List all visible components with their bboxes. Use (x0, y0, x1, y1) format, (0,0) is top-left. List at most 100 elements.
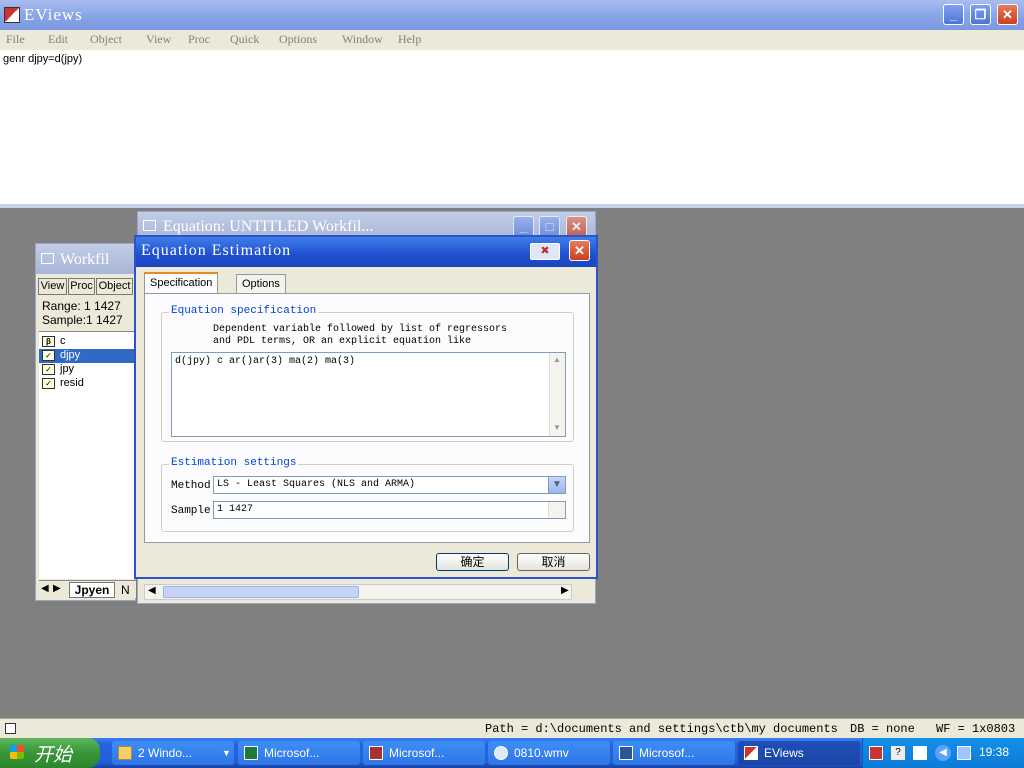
dialog-title: Equation Estimation (141, 242, 292, 259)
menu-quick[interactable]: Quick (230, 32, 259, 47)
workfile-view-button[interactable]: View (38, 278, 67, 295)
taskbar: 开始 2 Windo... ▼ Microsof... Microsof... … (0, 738, 1024, 768)
sample-value: 1 1427 (217, 504, 254, 515)
sample-spinner[interactable] (548, 502, 565, 518)
scroll-up-icon[interactable]: ▲ (553, 355, 561, 364)
tab-options[interactable]: Options (236, 274, 286, 294)
workfile-tab-bar: ◀ ▶ Jpyen N (39, 580, 136, 598)
equation-spec-label: Equation specification (169, 305, 319, 317)
dialog-title-bar[interactable]: Equation Estimation ✖ ✕ (136, 237, 596, 267)
menu-view[interactable]: View (146, 32, 171, 47)
sample-input[interactable]: 1 1427 (213, 501, 566, 519)
specification-input[interactable]: d(jpy) c ar()ar(3) ma(2) ma(3) ▲ ▼ (171, 352, 566, 437)
maximize-button[interactable]: □ (539, 216, 560, 237)
eviews-app-icon[interactable] (4, 7, 20, 23)
command-text: genr djpy=d(jpy) (3, 53, 83, 65)
clock: 19:38 (979, 745, 1010, 759)
range-value: 1 1427 (84, 299, 121, 313)
taskbar-item-word[interactable]: Microsof... (613, 741, 735, 765)
list-item[interactable]: ✓ djpy (39, 349, 137, 363)
range-info: Range: 1 1427 (42, 299, 121, 313)
command-window[interactable]: genr djpy=d(jpy) (0, 50, 1024, 204)
method-select[interactable]: LS - Least Squares (NLS and ARMA) ▼ (213, 476, 566, 494)
command-splitter[interactable] (0, 204, 1024, 208)
workfile-proc-button[interactable]: Proc (68, 278, 95, 295)
dialog-close-button[interactable]: ✕ (569, 240, 590, 261)
start-button[interactable]: 开始 (0, 738, 100, 768)
tab-next[interactable]: N (121, 583, 130, 597)
window-icon (41, 253, 54, 264)
chevron-down-icon: ▼ (222, 748, 231, 758)
tray-app-icon[interactable] (869, 746, 883, 760)
menu-options[interactable]: Options (279, 32, 317, 47)
series-icon: ✓ (42, 350, 55, 361)
workfile-object-button[interactable]: Object (96, 278, 133, 295)
menu-proc[interactable]: Proc (188, 32, 210, 47)
menu-bar: File Edit Object View Proc Quick Options… (0, 30, 1024, 50)
estimation-settings-label: Estimation settings (169, 457, 299, 469)
tab-jpyen[interactable]: Jpyen (69, 582, 115, 598)
tray-arrow-icon[interactable]: ◀ (935, 745, 951, 761)
spec-description-1: Dependent variable followed by list of r… (213, 324, 508, 335)
start-label: 开始 (34, 745, 73, 766)
help-icon[interactable]: ✖ (530, 243, 560, 260)
restore-button[interactable]: ❐ (970, 4, 991, 25)
minimize-button[interactable]: _ (513, 216, 534, 237)
app-title: EViews (24, 5, 83, 24)
menu-help[interactable]: Help (398, 32, 421, 47)
tab-specification[interactable]: Specification (144, 272, 219, 294)
taskbar-item-windows[interactable]: 2 Windo... ▼ (112, 741, 234, 765)
menu-file[interactable]: File (6, 32, 25, 47)
tray-document-icon[interactable] (913, 746, 927, 760)
beta-icon: β (42, 336, 55, 347)
list-item[interactable]: ✓ resid (39, 377, 137, 391)
media-icon (494, 746, 508, 760)
status-db: DB = none (850, 722, 915, 736)
spec-scrollbar[interactable]: ▲ ▼ (549, 353, 565, 436)
ok-button[interactable]: 确定 (436, 553, 509, 571)
status-wf: WF = 1x0803 (936, 722, 1016, 736)
taskbar-item-access[interactable]: Microsof... (363, 741, 485, 765)
list-item[interactable]: β c (39, 335, 137, 349)
folder-icon (118, 746, 132, 760)
object-list[interactable]: β c ✓ djpy ✓ jpy ✓ resid (39, 331, 137, 579)
menu-edit[interactable]: Edit (48, 32, 68, 47)
scroll-thumb[interactable] (163, 586, 359, 598)
scroll-right-icon[interactable]: ▶ (561, 585, 569, 596)
sample-label: Sample: (42, 313, 87, 327)
taskbar-item-excel[interactable]: Microsof... (238, 741, 360, 765)
sample-value: 1 1427 (86, 313, 123, 327)
spec-description-2: and PDL terms, OR an explicit equation l… (213, 336, 472, 347)
horizontal-scrollbar[interactable]: ◀ ▶ (144, 584, 572, 600)
cancel-button[interactable]: 取消 (517, 553, 590, 571)
tab-scroll-left-icon[interactable]: ◀ (41, 583, 49, 594)
status-path: Path = d:\documents and settings\ctb\my … (485, 722, 838, 736)
help-icon[interactable]: ? (891, 746, 905, 760)
workfile-title-bar[interactable]: Workfil (36, 244, 136, 274)
equation-title: Equation: UNTITLED Workfil... (163, 218, 374, 235)
method-label: Method: (171, 480, 218, 492)
close-button[interactable]: ✕ (997, 4, 1018, 25)
series-icon: ✓ (42, 364, 55, 375)
word-icon (619, 746, 633, 760)
list-item[interactable]: ✓ jpy (39, 363, 137, 377)
scroll-down-icon[interactable]: ▼ (553, 423, 561, 432)
equation-estimation-dialog[interactable]: Equation Estimation ✖ ✕ Specification Op… (134, 235, 598, 579)
taskbar-item-eviews[interactable]: EViews (738, 741, 860, 765)
sample-label: Sample: (171, 505, 218, 517)
menu-window[interactable]: Window (342, 32, 383, 47)
tab-scroll-right-icon[interactable]: ▶ (53, 583, 61, 594)
workfile-window[interactable]: Workfil View Proc Object Range: 1 1427 S… (35, 243, 137, 601)
scroll-left-icon[interactable]: ◀ (148, 585, 156, 596)
eviews-icon (744, 746, 758, 760)
access-icon (369, 746, 383, 760)
system-tray: ? ◀ 19:38 (862, 738, 1024, 768)
minimize-button[interactable]: _ (943, 4, 964, 25)
taskbar-item-media[interactable]: 0810.wmv (488, 741, 610, 765)
menu-object[interactable]: Object (90, 32, 122, 47)
close-button[interactable]: ✕ (566, 216, 587, 237)
network-icon[interactable] (957, 746, 971, 760)
app-title-bar: EViews _ ❐ ✕ (0, 0, 1024, 30)
chevron-down-icon[interactable]: ▼ (548, 477, 565, 493)
status-checkbox[interactable] (5, 723, 16, 734)
